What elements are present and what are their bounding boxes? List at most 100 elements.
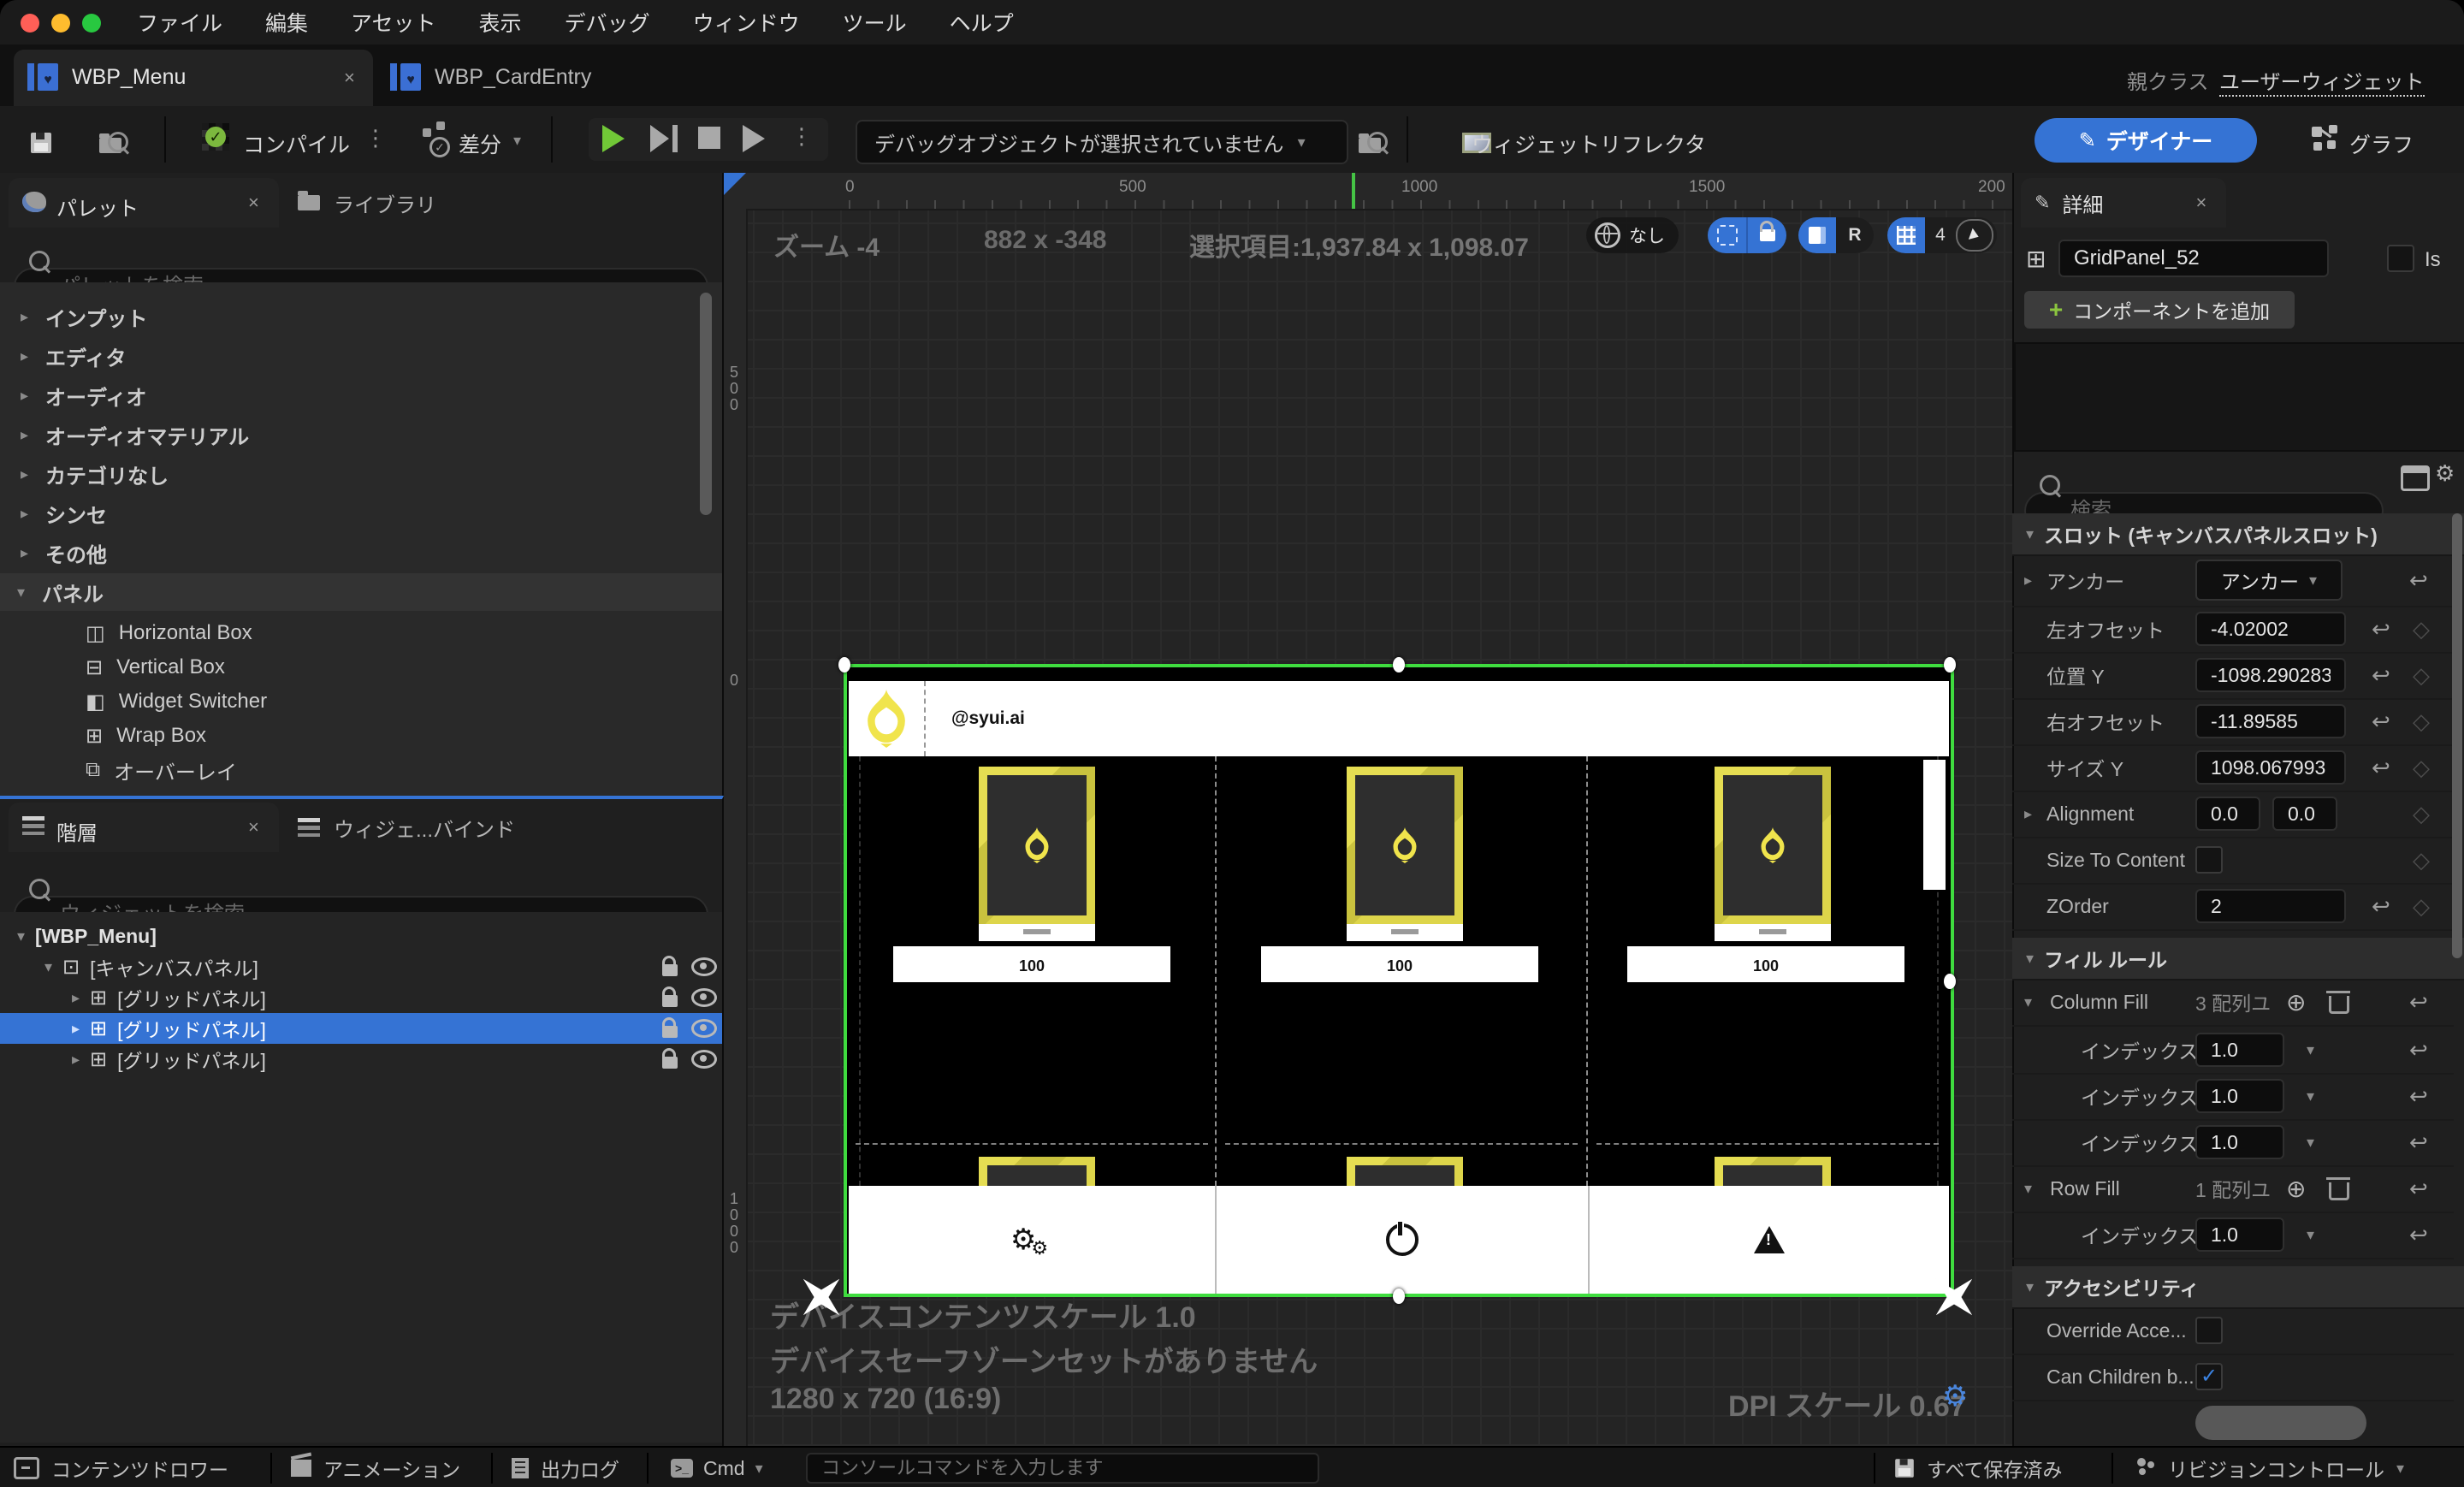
widget-outline-icon[interactable] (1798, 217, 1836, 253)
grid-snap-icon[interactable] (1887, 217, 1925, 253)
selection-outline-lock-pill[interactable] (1708, 217, 1786, 253)
menu-help[interactable]: ヘルプ (950, 7, 1014, 38)
palette-category-synth[interactable]: ▸シンセ (0, 495, 691, 532)
menu-edit[interactable]: 編集 (265, 7, 308, 38)
save-icon[interactable] (31, 133, 51, 153)
size-y-input[interactable] (2195, 750, 2346, 785)
palette-item-canvas-panel[interactable]: ⊡キャンバスパネル (0, 785, 691, 796)
cmd-dropdown[interactable]: >_ Cmd ▾ (671, 1448, 763, 1487)
menu-debug[interactable]: デバッグ (565, 7, 650, 38)
lock-icon[interactable] (662, 995, 678, 1007)
anchor-dropdown[interactable]: アンカー▾ (2195, 560, 2343, 601)
trash-icon[interactable] (2329, 996, 2349, 1014)
palette-item-horizontal-box[interactable]: ◫Horizontal Box (0, 614, 691, 652)
resize-handle[interactable] (1944, 974, 1956, 989)
palette-category-uncategorized[interactable]: ▸カテゴリなし (0, 455, 691, 493)
bind-diamond-icon[interactable]: ◇ (2413, 847, 2430, 874)
palette-item-widget-switcher[interactable]: ◧Widget Switcher (0, 683, 691, 720)
palette-item-overlay[interactable]: ⧉オーバーレイ (0, 751, 691, 789)
visibility-icon[interactable] (691, 1019, 717, 1038)
designer-viewport[interactable]: 0 500 1000 1500 200 500 0 1000 ズーム -4 88… (724, 173, 2012, 1446)
reset-icon[interactable]: ↩ (2409, 1176, 2428, 1202)
dropdown-chevron-icon[interactable]: ▾ (2307, 1134, 2314, 1152)
output-log-button[interactable]: 出力ログ (512, 1448, 619, 1487)
palette-item-vertical-box[interactable]: ⊟Vertical Box (0, 649, 691, 686)
menu-window[interactable]: ウィンドウ (693, 7, 800, 38)
respect-locks-pill[interactable]: R (1798, 217, 1874, 253)
tree-row-grid-panel-1[interactable]: ▸⊞ [グリッドパネル] (0, 982, 722, 1013)
card-entry[interactable] (1347, 767, 1463, 924)
animation-button[interactable]: アニメーション (291, 1448, 460, 1487)
bind-diamond-icon[interactable]: ◇ (2413, 801, 2430, 827)
details-settings-gear-icon[interactable]: ⚙ (2435, 460, 2455, 487)
lock-toggle-icon[interactable] (1746, 217, 1786, 253)
tree-row-grid-panel-3[interactable]: ▸⊞ [グリッドパネル] (0, 1044, 722, 1075)
visibility-icon[interactable] (691, 1050, 717, 1069)
alignment-x-input[interactable] (2195, 797, 2260, 831)
tab-wbp-menu[interactable]: ♥ WBP_Menu × (14, 50, 373, 106)
palette-category-audio[interactable]: ▸オーディオ (0, 376, 691, 414)
index-input[interactable] (2195, 1079, 2284, 1113)
parent-class-link[interactable]: ユーザーウィジェット (2219, 65, 2425, 97)
dropdown-chevron-icon[interactable]: ▾ (2307, 1041, 2314, 1059)
footer-cell-power[interactable] (1217, 1186, 1590, 1294)
palette-category-editor[interactable]: ▸エディタ (0, 337, 691, 375)
menu-asset[interactable]: アセット (351, 7, 436, 38)
right-offset-input[interactable] (2195, 704, 2346, 738)
reset-icon[interactable]: ↩ (2372, 662, 2390, 689)
diff-button[interactable]: 差分 (459, 128, 501, 159)
footer-cell-settings[interactable]: ⚙ ⚙ (849, 1186, 1217, 1294)
close-tab-icon[interactable]: × (248, 192, 259, 214)
tree-row-wbp-menu[interactable]: ▾[WBP_Menu] (0, 921, 722, 951)
dropdown-chevron-icon[interactable]: ▾ (2307, 1226, 2314, 1244)
reset-icon[interactable]: ↩ (2409, 989, 2428, 1016)
bind-diamond-icon[interactable]: ◇ (2413, 755, 2430, 781)
tab-widget-bind[interactable]: ウィジェ...バインド (287, 803, 544, 852)
dpi-settings-gear-icon[interactable]: ⚙ (1942, 1379, 1968, 1413)
index-input[interactable] (2195, 1217, 2284, 1252)
tab-hierarchy[interactable]: 階層 × (9, 803, 279, 852)
bind-diamond-icon[interactable]: ◇ (2413, 662, 2430, 689)
accessible-dropdown-clipped[interactable] (2195, 1406, 2366, 1440)
resize-handle[interactable] (1944, 657, 1956, 672)
footer-cell-warning[interactable] (1590, 1186, 1949, 1294)
resize-handle[interactable] (1393, 1289, 1405, 1304)
left-offset-input[interactable] (2195, 612, 2346, 646)
designer-button[interactable]: ✎ デザイナー (2035, 118, 2257, 163)
compile-options-kebab-icon[interactable]: ⋮ (364, 125, 387, 151)
close-tab-icon[interactable]: × (2195, 192, 2206, 214)
override-accessible-checkbox[interactable] (2195, 1317, 2223, 1344)
palette-scrollbar[interactable] (700, 293, 712, 515)
card-entry[interactable] (1715, 767, 1831, 924)
add-component-button[interactable]: + コンポーネントを追加 (2024, 291, 2295, 329)
diff-icon[interactable]: ✓ (423, 125, 447, 149)
widget-name-input[interactable] (2058, 240, 2329, 277)
palette-category-other[interactable]: ▸その他 (0, 534, 691, 572)
menu-tools[interactable]: ツール (843, 7, 907, 38)
display-filter-icon[interactable] (2401, 465, 2430, 491)
menu-file[interactable]: ファイル (137, 7, 222, 38)
tab-wbp-cardentry[interactable]: ♥ WBP_CardEntry (383, 50, 606, 106)
tab-library[interactable]: ライブラリ (287, 178, 476, 228)
lock-icon[interactable] (662, 1057, 678, 1069)
compile-icon[interactable]: ✓ (202, 123, 229, 151)
zorder-input[interactable] (2195, 889, 2346, 923)
reset-icon[interactable]: ↩ (2409, 567, 2428, 594)
tree-row-canvas-panel[interactable]: ▾⊡ [キャンバスパネル] (0, 951, 722, 982)
content-drawer-button[interactable]: コンテンツドロワー (14, 1448, 228, 1487)
section-fill-rules[interactable]: ▾フィル ルール (2012, 938, 2464, 980)
play-button[interactable] (602, 125, 625, 152)
launch-button[interactable] (743, 125, 765, 152)
resize-handle[interactable] (838, 657, 850, 672)
bind-diamond-icon[interactable]: ◇ (2413, 708, 2430, 735)
tree-row-grid-panel-2-selected[interactable]: ▸⊞ [グリッドパネル] (0, 1013, 722, 1044)
resize-handle[interactable] (1393, 657, 1405, 672)
palette-category-audio-material[interactable]: ▸オーディオマテリアル (0, 416, 691, 453)
compile-button[interactable]: コンパイル (243, 128, 350, 159)
is-variable-checkbox[interactable] (2387, 245, 2414, 272)
visibility-icon[interactable] (691, 988, 717, 1007)
frame-skip-button[interactable] (650, 125, 669, 152)
trash-icon[interactable] (2329, 1182, 2349, 1200)
reset-icon[interactable]: ↩ (2372, 893, 2390, 920)
lock-icon[interactable] (662, 1026, 678, 1038)
